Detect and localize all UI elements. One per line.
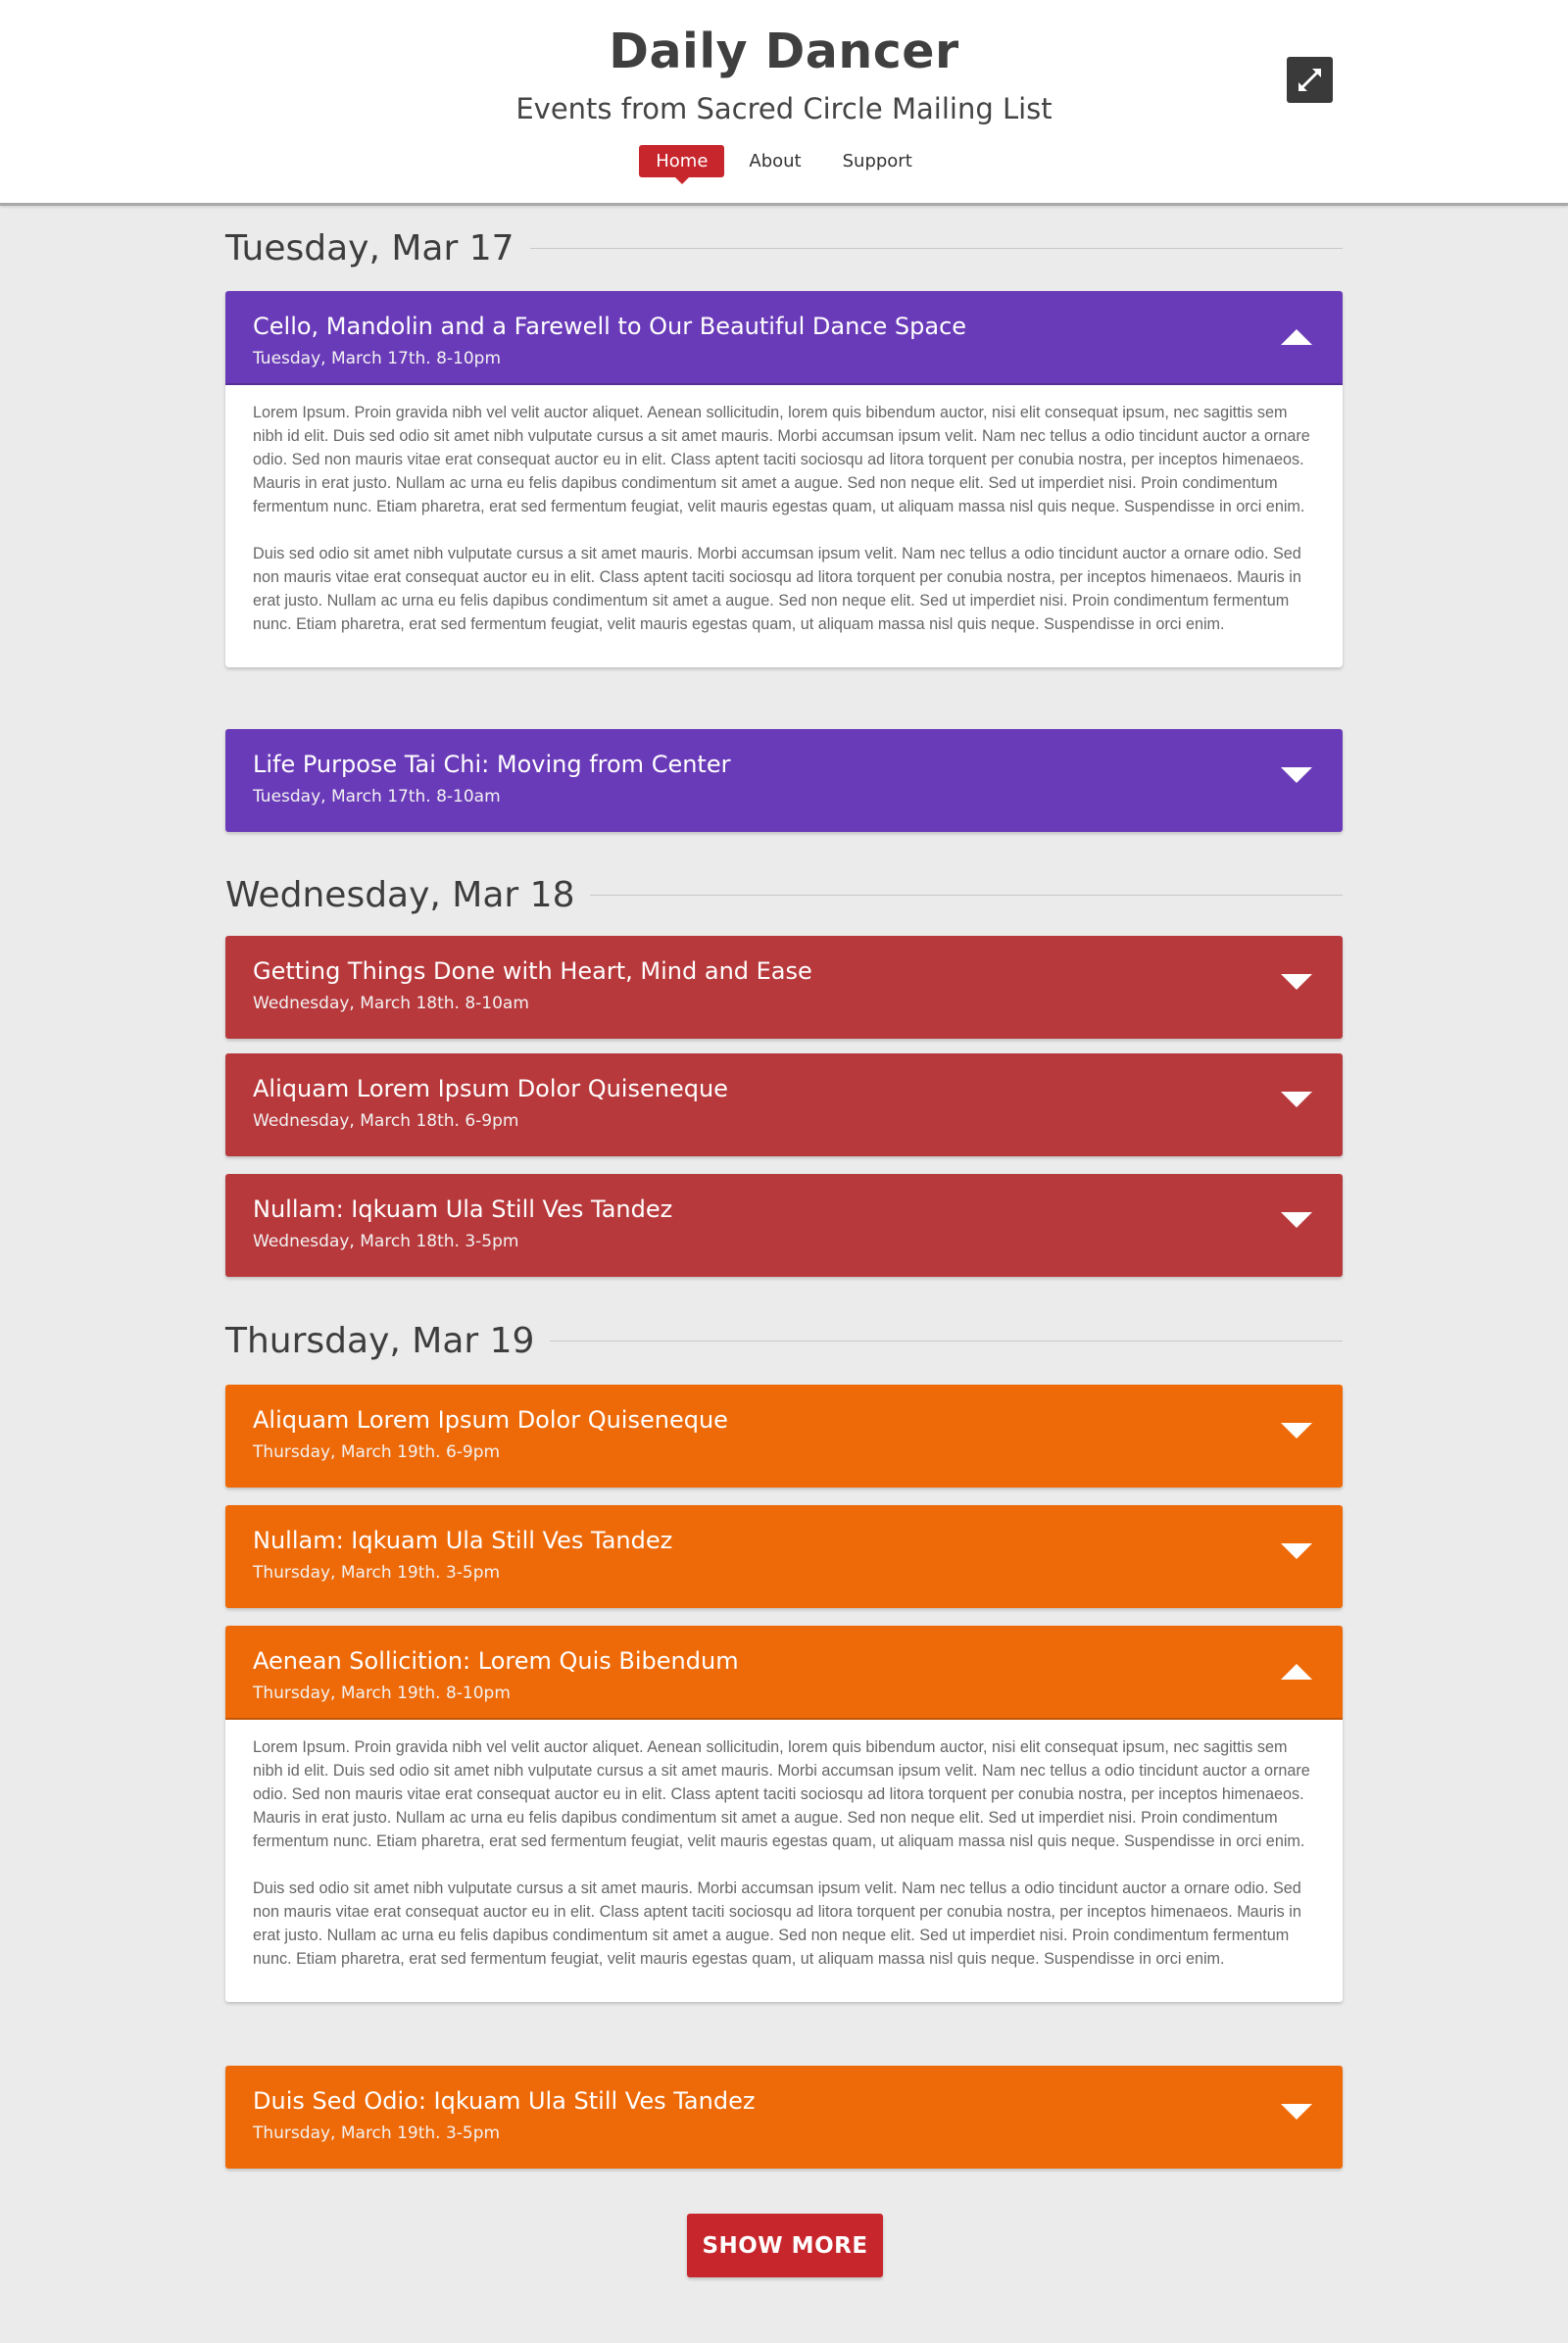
event-card: Aliquam Lorem Ipsum Dolor Quiseneque Wed…: [225, 1053, 1343, 1156]
event-title: Duis Sed Odio: Iqkuam Ula Still Ves Tand…: [253, 2087, 756, 2115]
event-description: Lorem Ipsum. Proin gravida nibh vel veli…: [225, 385, 1343, 667]
expand-arrows-icon: [1298, 69, 1321, 91]
expand-arrow-icon[interactable]: [1280, 1089, 1313, 1110]
event-title: Aliquam Lorem Ipsum Dolor Quiseneque: [253, 1075, 728, 1102]
day-heading-wednesday: Wednesday, Mar 18: [225, 870, 1343, 919]
event-header[interactable]: Nullam: Iqkuam Ula Still Ves Tandez Thur…: [225, 1505, 1343, 1608]
show-more-button[interactable]: SHOW MORE: [687, 2214, 883, 2277]
nav-about[interactable]: About: [732, 145, 817, 177]
event-date: Thursday, March 19th. 6-9pm: [253, 1442, 501, 1462]
event-header[interactable]: Aenean Sollicition: Lorem Quis Bibendum …: [225, 1626, 1343, 1720]
event-card: Nullam: Iqkuam Ula Still Ves Tandez Wedn…: [225, 1174, 1343, 1277]
event-header[interactable]: Aliquam Lorem Ipsum Dolor Quiseneque Wed…: [225, 1053, 1343, 1156]
event-card: Getting Things Done with Heart, Mind and…: [225, 936, 1343, 1039]
collapse-arrow-icon[interactable]: [1280, 326, 1313, 348]
event-card: Aliquam Lorem Ipsum Dolor Quiseneque Thu…: [225, 1385, 1343, 1488]
event-card: Duis Sed Odio: Iqkuam Ula Still Ves Tand…: [225, 2066, 1343, 2169]
event-date: Wednesday, March 18th. 8-10am: [253, 994, 529, 1013]
site-subtitle: Events from Sacred Circle Mailing List: [515, 92, 1053, 125]
event-header[interactable]: Aliquam Lorem Ipsum Dolor Quiseneque Thu…: [225, 1385, 1343, 1488]
fullscreen-button[interactable]: [1287, 57, 1333, 103]
expand-arrow-icon[interactable]: [1280, 1420, 1313, 1441]
nav-support[interactable]: Support: [826, 145, 929, 177]
expand-arrow-icon[interactable]: [1280, 1540, 1313, 1562]
event-card: Aenean Sollicition: Lorem Quis Bibendum …: [225, 1626, 1343, 2002]
event-title: Life Purpose Tai Chi: Moving from Center: [253, 751, 731, 778]
event-header[interactable]: Nullam: Iqkuam Ula Still Ves Tandez Wedn…: [225, 1174, 1343, 1277]
event-date: Thursday, March 19th. 8-10pm: [253, 1684, 511, 1703]
event-date: Tuesday, March 17th. 8-10pm: [253, 349, 502, 368]
site-title: Daily Dancer: [609, 24, 959, 79]
site-header: Daily Dancer Events from Sacred Circle M…: [0, 0, 1568, 206]
event-header[interactable]: Getting Things Done with Heart, Mind and…: [225, 936, 1343, 1039]
event-header[interactable]: Life Purpose Tai Chi: Moving from Center…: [225, 729, 1343, 832]
event-date: Wednesday, March 18th. 6-9pm: [253, 1111, 519, 1131]
event-date: Thursday, March 19th. 3-5pm: [253, 2123, 501, 2143]
day-divider: [550, 1340, 1343, 1342]
event-title: Cello, Mandolin and a Farewell to Our Be…: [253, 313, 967, 340]
expand-arrow-icon[interactable]: [1280, 1209, 1313, 1231]
expand-arrow-icon[interactable]: [1280, 764, 1313, 786]
event-title: Getting Things Done with Heart, Mind and…: [253, 957, 812, 985]
event-description: Lorem Ipsum. Proin gravida nibh vel veli…: [225, 1720, 1343, 2002]
main-nav: Home About Support: [0, 145, 1568, 184]
collapse-arrow-icon[interactable]: [1280, 1661, 1313, 1683]
event-date: Tuesday, March 17th. 8-10am: [253, 787, 501, 806]
event-card: Life Purpose Tai Chi: Moving from Center…: [225, 729, 1343, 832]
event-date: Wednesday, March 18th. 3-5pm: [253, 1232, 519, 1251]
description-paragraph: Duis sed odio sit amet nibh vulputate cu…: [253, 1879, 1301, 1968]
day-heading-text: Thursday, Mar 19: [225, 1320, 535, 1361]
event-header[interactable]: Duis Sed Odio: Iqkuam Ula Still Ves Tand…: [225, 2066, 1343, 2169]
event-title: Nullam: Iqkuam Ula Still Ves Tandez: [253, 1527, 673, 1554]
nav-home[interactable]: Home: [639, 145, 725, 184]
event-title: Aliquam Lorem Ipsum Dolor Quiseneque: [253, 1406, 728, 1434]
description-paragraph: Duis sed odio sit amet nibh vulputate cu…: [253, 545, 1301, 633]
event-card: Cello, Mandolin and a Farewell to Our Be…: [225, 291, 1343, 667]
event-card: Nullam: Iqkuam Ula Still Ves Tandez Thur…: [225, 1505, 1343, 1608]
event-header[interactable]: Cello, Mandolin and a Farewell to Our Be…: [225, 291, 1343, 385]
day-divider: [529, 247, 1343, 249]
day-heading-thursday: Thursday, Mar 19: [225, 1316, 1343, 1365]
day-heading-text: Wednesday, Mar 18: [225, 874, 575, 915]
description-paragraph: Lorem Ipsum. Proin gravida nibh vel veli…: [253, 404, 1310, 515]
event-title: Nullam: Iqkuam Ula Still Ves Tandez: [253, 1196, 673, 1223]
day-divider: [590, 894, 1343, 896]
description-paragraph: Lorem Ipsum. Proin gravida nibh vel veli…: [253, 1738, 1310, 1850]
day-heading-text: Tuesday, Mar 17: [225, 227, 514, 268]
expand-arrow-icon[interactable]: [1280, 2101, 1313, 2123]
event-title: Aenean Sollicition: Lorem Quis Bibendum: [253, 1647, 739, 1675]
event-date: Thursday, March 19th. 3-5pm: [253, 1563, 501, 1583]
expand-arrow-icon[interactable]: [1280, 971, 1313, 993]
day-heading-tuesday: Tuesday, Mar 17: [225, 223, 1343, 272]
